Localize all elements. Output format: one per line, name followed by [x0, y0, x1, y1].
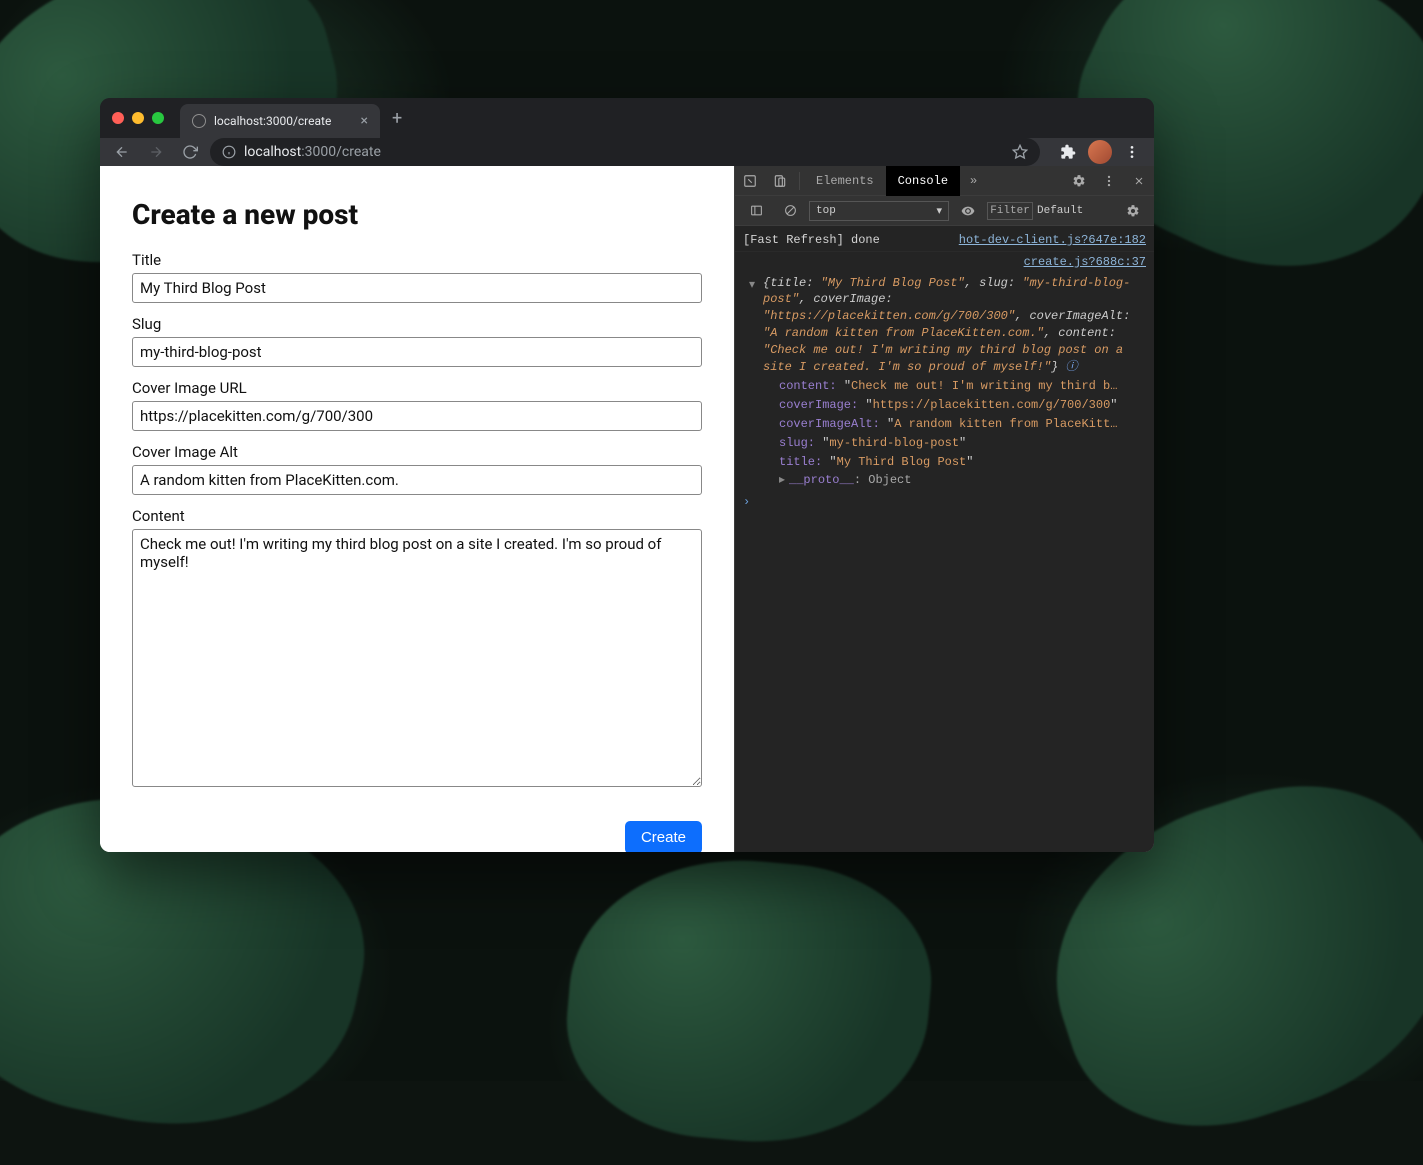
chevron-right-icon: ▸: [779, 473, 785, 487]
inspect-icon[interactable]: [735, 166, 765, 196]
devtools-menu-icon[interactable]: [1094, 166, 1124, 196]
input-title[interactable]: [132, 273, 702, 303]
context-selector[interactable]: top▾: [809, 201, 949, 221]
log-object-property: coverImage: "https://placekitten.com/g/7…: [735, 396, 1154, 415]
log-object-summary[interactable]: ▾ {title: "My Third Blog Post", slug: "m…: [735, 273, 1154, 378]
star-icon[interactable]: [1012, 144, 1028, 160]
field-cover-alt: Cover Image Alt: [132, 443, 702, 495]
globe-icon: [192, 114, 206, 128]
close-tab-icon[interactable]: ×: [361, 113, 368, 129]
console-sidebar-toggle-icon[interactable]: [741, 196, 771, 226]
more-tabs-icon[interactable]: »: [960, 174, 987, 188]
log-object-property: coverImageAlt: "A random kitten from Pla…: [735, 415, 1154, 434]
viewport: Create a new post Title Slug Cover Image…: [100, 166, 1154, 852]
label-content: Content: [132, 507, 702, 525]
live-expression-icon[interactable]: [953, 196, 983, 226]
field-content: Content Check me out! I'm writing my thi…: [132, 507, 702, 791]
clear-console-icon[interactable]: [775, 196, 805, 226]
profile-avatar[interactable]: [1088, 140, 1112, 164]
log-object-property: content: "Check me out! I'm writing my t…: [735, 377, 1154, 396]
field-cover-url: Cover Image URL: [132, 379, 702, 431]
tab-strip: localhost:3000/create × +: [100, 98, 1154, 138]
textarea-content[interactable]: Check me out! I'm writing my third blog …: [132, 529, 702, 787]
log-entry: [Fast Refresh] done hot-dev-client.js?64…: [735, 230, 1154, 252]
new-tab-button[interactable]: +: [392, 108, 402, 129]
log-object-property: title: "My Third Blog Post": [735, 453, 1154, 472]
toolbar: localhost:3000/create: [100, 138, 1154, 166]
disclosure-triangle-icon[interactable]: ▾: [749, 277, 755, 294]
tab-title: localhost:3000/create: [214, 114, 331, 128]
console-toolbar: top▾ Filter Default: [735, 196, 1154, 226]
url-text: localhost:3000/create: [244, 144, 381, 160]
log-source-link[interactable]: hot-dev-client.js?647e:182: [959, 232, 1146, 249]
page-body: Create a new post Title Slug Cover Image…: [100, 166, 734, 852]
window-minimize-button[interactable]: [132, 112, 144, 124]
label-slug: Slug: [132, 315, 702, 333]
filter-input[interactable]: Filter: [987, 202, 1033, 220]
field-slug: Slug: [132, 315, 702, 367]
back-button[interactable]: [108, 138, 136, 166]
log-proto[interactable]: ▸__proto__: Object: [735, 471, 1154, 490]
devtools-close-icon[interactable]: [1124, 166, 1154, 196]
window-maximize-button[interactable]: [152, 112, 164, 124]
input-cover-url[interactable]: [132, 401, 702, 431]
page-heading: Create a new post: [132, 198, 702, 231]
input-cover-alt[interactable]: [132, 465, 702, 495]
forward-button[interactable]: [142, 138, 170, 166]
device-toggle-icon[interactable]: [765, 166, 795, 196]
elements-tab[interactable]: Elements: [804, 166, 886, 196]
log-levels[interactable]: Default: [1037, 205, 1083, 217]
create-button[interactable]: Create: [625, 821, 702, 852]
window-controls: [112, 112, 164, 124]
log-object-property: slug: "my-third-blog-post": [735, 434, 1154, 453]
menu-icon[interactable]: [1118, 138, 1146, 166]
console-tab[interactable]: Console: [886, 166, 960, 196]
field-title: Title: [132, 251, 702, 303]
devtools-settings-icon[interactable]: [1064, 166, 1094, 196]
reload-button[interactable]: [176, 138, 204, 166]
window-close-button[interactable]: [112, 112, 124, 124]
browser-tab[interactable]: localhost:3000/create ×: [180, 104, 380, 138]
console-settings-icon[interactable]: [1118, 196, 1148, 226]
label-cover-url: Cover Image URL: [132, 379, 702, 397]
console-output[interactable]: [Fast Refresh] done hot-dev-client.js?64…: [735, 226, 1154, 852]
devtools-tabbar: Elements Console »: [735, 166, 1154, 196]
console-prompt[interactable]: ›: [735, 490, 1154, 515]
info-icon: [222, 145, 236, 159]
address-bar[interactable]: localhost:3000/create: [210, 138, 1040, 166]
devtools-panel: Elements Console »: [734, 166, 1154, 852]
label-title: Title: [132, 251, 702, 269]
log-source-link[interactable]: create.js?688c:37: [735, 252, 1154, 273]
browser-window: localhost:3000/create × + localhost:3000…: [100, 98, 1154, 852]
extensions-icon[interactable]: [1054, 138, 1082, 166]
label-cover-alt: Cover Image Alt: [132, 443, 702, 461]
input-slug[interactable]: [132, 337, 702, 367]
